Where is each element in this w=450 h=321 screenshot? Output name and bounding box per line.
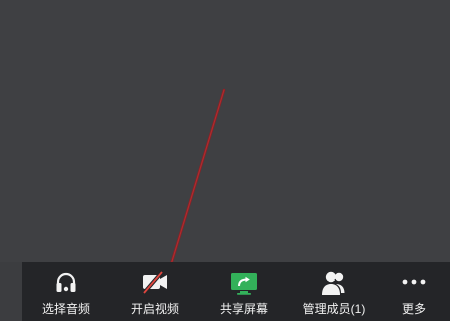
more-icon [402,279,426,285]
members-icon [322,271,345,295]
left-edge-strip [0,262,22,321]
share-screen-label: 共享屏幕 [219,302,268,316]
more-button[interactable]: 更多 [378,262,450,321]
manage-members-button[interactable]: 管理成员(1) [290,262,378,321]
more-label: 更多 [401,302,426,316]
video-off-icon [142,270,167,295]
start-video-label: 开启视频 [130,302,179,316]
bottom-toolbar: 选择音频 开启视频 共享屏幕 管理成员(1) 更多 [22,262,450,321]
select-audio-label: 选择音频 [41,302,90,316]
select-audio-button[interactable]: 选择音频 [22,262,110,321]
headphones-icon [56,272,76,292]
manage-members-label: 管理成员(1) [302,302,366,316]
start-video-button[interactable]: 开启视频 [111,262,199,321]
share-screen-button[interactable]: 共享屏幕 [200,262,288,321]
share-screen-icon [231,273,257,295]
